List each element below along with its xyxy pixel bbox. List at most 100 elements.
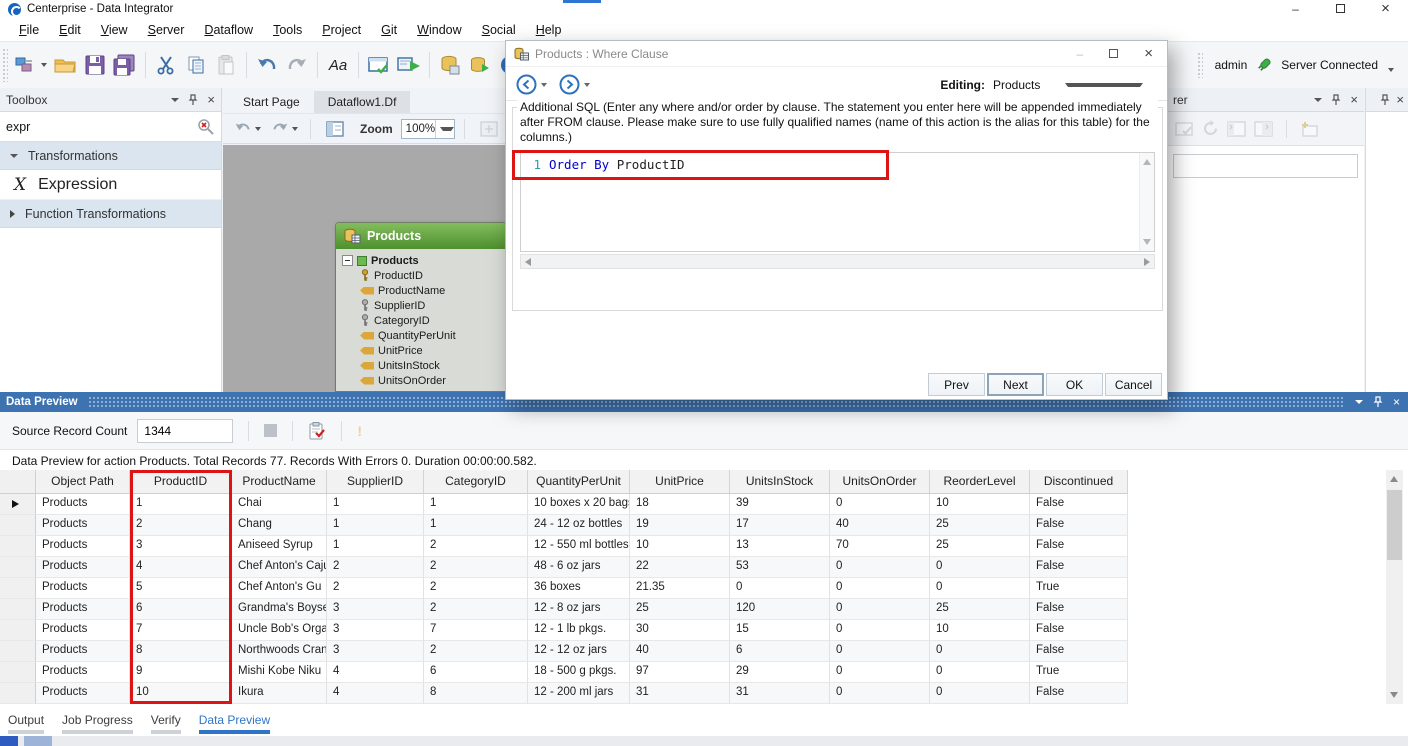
grid-cell[interactable]: 1 xyxy=(424,515,528,536)
column-header-reorderlevel[interactable]: ReorderLevel xyxy=(930,470,1030,494)
column-header-object-path[interactable]: Object Path xyxy=(36,470,130,494)
grid-cell[interactable]: 18 xyxy=(630,494,730,515)
row-selector[interactable] xyxy=(0,620,36,641)
grid-cell[interactable]: 53 xyxy=(730,557,830,578)
prev-button[interactable]: Prev xyxy=(928,373,985,396)
print-layout-icon[interactable] xyxy=(474,117,504,141)
tree-root-products[interactable]: Products xyxy=(342,253,506,268)
grid-cell[interactable]: 10 xyxy=(930,494,1030,515)
grid-cell[interactable]: False xyxy=(1030,494,1128,515)
grid-cell[interactable]: 0 xyxy=(930,557,1030,578)
grid-cell[interactable]: 36 boxes xyxy=(528,578,630,599)
scroll-up-icon[interactable] xyxy=(1390,476,1398,482)
grid-cell[interactable]: 0 xyxy=(930,683,1030,704)
tree-field-unitsonorder[interactable]: UnitsOnOrder xyxy=(342,373,506,388)
grid-cell[interactable]: 7 xyxy=(424,620,528,641)
grid-cell[interactable]: 1 xyxy=(327,494,424,515)
grid-cell[interactable]: False xyxy=(1030,536,1128,557)
grid-cell[interactable]: 22 xyxy=(630,557,730,578)
grid-cell[interactable]: 97 xyxy=(630,662,730,683)
grid-cell[interactable]: False xyxy=(1030,683,1128,704)
grid-cell[interactable]: 0 xyxy=(930,641,1030,662)
column-header-unitsonorder[interactable]: UnitsOnOrder xyxy=(830,470,930,494)
sql-horizontal-scrollbar[interactable] xyxy=(520,254,1155,269)
grid-cell[interactable]: 1 xyxy=(327,536,424,557)
column-header-unitprice[interactable]: UnitPrice xyxy=(630,470,730,494)
tab-dataflow1[interactable]: Dataflow1.Df xyxy=(314,91,411,113)
column-header-supplierid[interactable]: SupplierID xyxy=(327,470,424,494)
grid-cell[interactable]: 1 xyxy=(327,515,424,536)
tab-start-page[interactable]: Start Page xyxy=(229,91,314,113)
grid-cell[interactable]: 30 xyxy=(630,620,730,641)
column-header-discontinued[interactable]: Discontinued xyxy=(1030,470,1128,494)
grid-cell[interactable]: 0 xyxy=(830,494,930,515)
explorer-refresh-icon[interactable] xyxy=(1202,120,1219,137)
grid-cell[interactable]: 2 xyxy=(327,557,424,578)
designer-undo-icon[interactable] xyxy=(231,117,264,141)
side-pin-icon[interactable] xyxy=(1380,94,1390,106)
grid-cell[interactable]: 15 xyxy=(730,620,830,641)
products-node-header[interactable]: Products xyxy=(336,223,506,249)
row-selector[interactable] xyxy=(0,641,36,662)
grid-cell[interactable]: 0 xyxy=(830,620,930,641)
deploy-icon[interactable] xyxy=(465,48,495,82)
grid-cell[interactable]: Mishi Kobe Niku xyxy=(232,662,327,683)
grid-cell[interactable]: Products xyxy=(36,536,130,557)
undo-icon[interactable] xyxy=(252,48,282,82)
menu-view[interactable]: View xyxy=(92,20,137,40)
tree-field-unitsinstock[interactable]: UnitsInStock xyxy=(342,358,506,373)
grid-cell[interactable]: False xyxy=(1030,515,1128,536)
grid-cell[interactable]: 6 xyxy=(730,641,830,662)
layout-icon[interactable] xyxy=(320,117,350,141)
back-icon[interactable] xyxy=(516,74,537,95)
new-dataflow-button[interactable] xyxy=(12,48,50,82)
font-options-icon[interactable]: Aa xyxy=(323,48,353,82)
row-selector[interactable] xyxy=(0,536,36,557)
dialog-maximize-icon[interactable] xyxy=(1109,49,1118,58)
sql-vertical-scrollbar[interactable] xyxy=(1139,153,1154,251)
status-overflow-caret[interactable] xyxy=(1388,58,1394,72)
grid-cell[interactable]: 10 xyxy=(630,536,730,557)
grid-cell[interactable]: 4 xyxy=(327,683,424,704)
toolbox-menu-caret-icon[interactable] xyxy=(171,98,179,102)
tree-field-unitprice[interactable]: UnitPrice xyxy=(342,343,506,358)
bottom-tab-data-preview[interactable]: Data Preview xyxy=(199,713,270,734)
paste-icon[interactable] xyxy=(211,48,241,82)
grid-cell[interactable]: 48 - 6 oz jars xyxy=(528,557,630,578)
explorer-panel-right-icon[interactable] xyxy=(1254,121,1273,137)
bottom-tab-verify[interactable]: Verify xyxy=(151,713,181,734)
grid-cell[interactable]: Chef Anton's Gu xyxy=(232,578,327,599)
explorer-search-box[interactable] xyxy=(1173,154,1358,178)
grid-cell[interactable]: 25 xyxy=(930,515,1030,536)
grid-cell[interactable]: 3 xyxy=(327,599,424,620)
menu-git[interactable]: Git xyxy=(372,20,406,40)
grid-cell[interactable]: 1 xyxy=(424,494,528,515)
grid-cell[interactable]: True xyxy=(1030,662,1128,683)
grid-cell[interactable]: 25 xyxy=(930,536,1030,557)
dock-pin-icon[interactable] xyxy=(1373,396,1383,408)
grid-cell[interactable]: 0 xyxy=(830,578,930,599)
grid-cell[interactable]: 2 xyxy=(424,599,528,620)
toolbox-search-input[interactable] xyxy=(6,120,176,134)
forward-history-caret-icon[interactable] xyxy=(584,83,590,87)
grid-cell[interactable]: 0 xyxy=(930,662,1030,683)
row-selector[interactable] xyxy=(0,557,36,578)
grid-vertical-scrollbar[interactable] xyxy=(1386,470,1403,704)
grid-cell[interactable]: 4 xyxy=(327,662,424,683)
grid-cell[interactable]: 29 xyxy=(730,662,830,683)
new-dropdown-caret[interactable] xyxy=(41,63,47,67)
grid-cell[interactable]: 8 xyxy=(424,683,528,704)
source-record-count-input[interactable] xyxy=(137,419,233,443)
tree-field-productid[interactable]: ProductID xyxy=(342,268,506,283)
menu-window[interactable]: Window xyxy=(408,20,470,40)
grid-cell[interactable]: Chai xyxy=(232,494,327,515)
grid-cell[interactable]: Grandma's Boyse xyxy=(232,599,327,620)
grid-cell[interactable]: 17 xyxy=(730,515,830,536)
explorer-panel-left-icon[interactable] xyxy=(1227,121,1246,137)
grid-cell[interactable]: Products xyxy=(36,578,130,599)
grid-cell[interactable]: 24 - 12 oz bottles xyxy=(528,515,630,536)
grid-cell[interactable]: 12 - 550 ml bottles xyxy=(528,536,630,557)
refresh-preview-icon[interactable] xyxy=(308,421,326,441)
open-button[interactable] xyxy=(50,48,80,82)
row-selector[interactable] xyxy=(0,683,36,704)
